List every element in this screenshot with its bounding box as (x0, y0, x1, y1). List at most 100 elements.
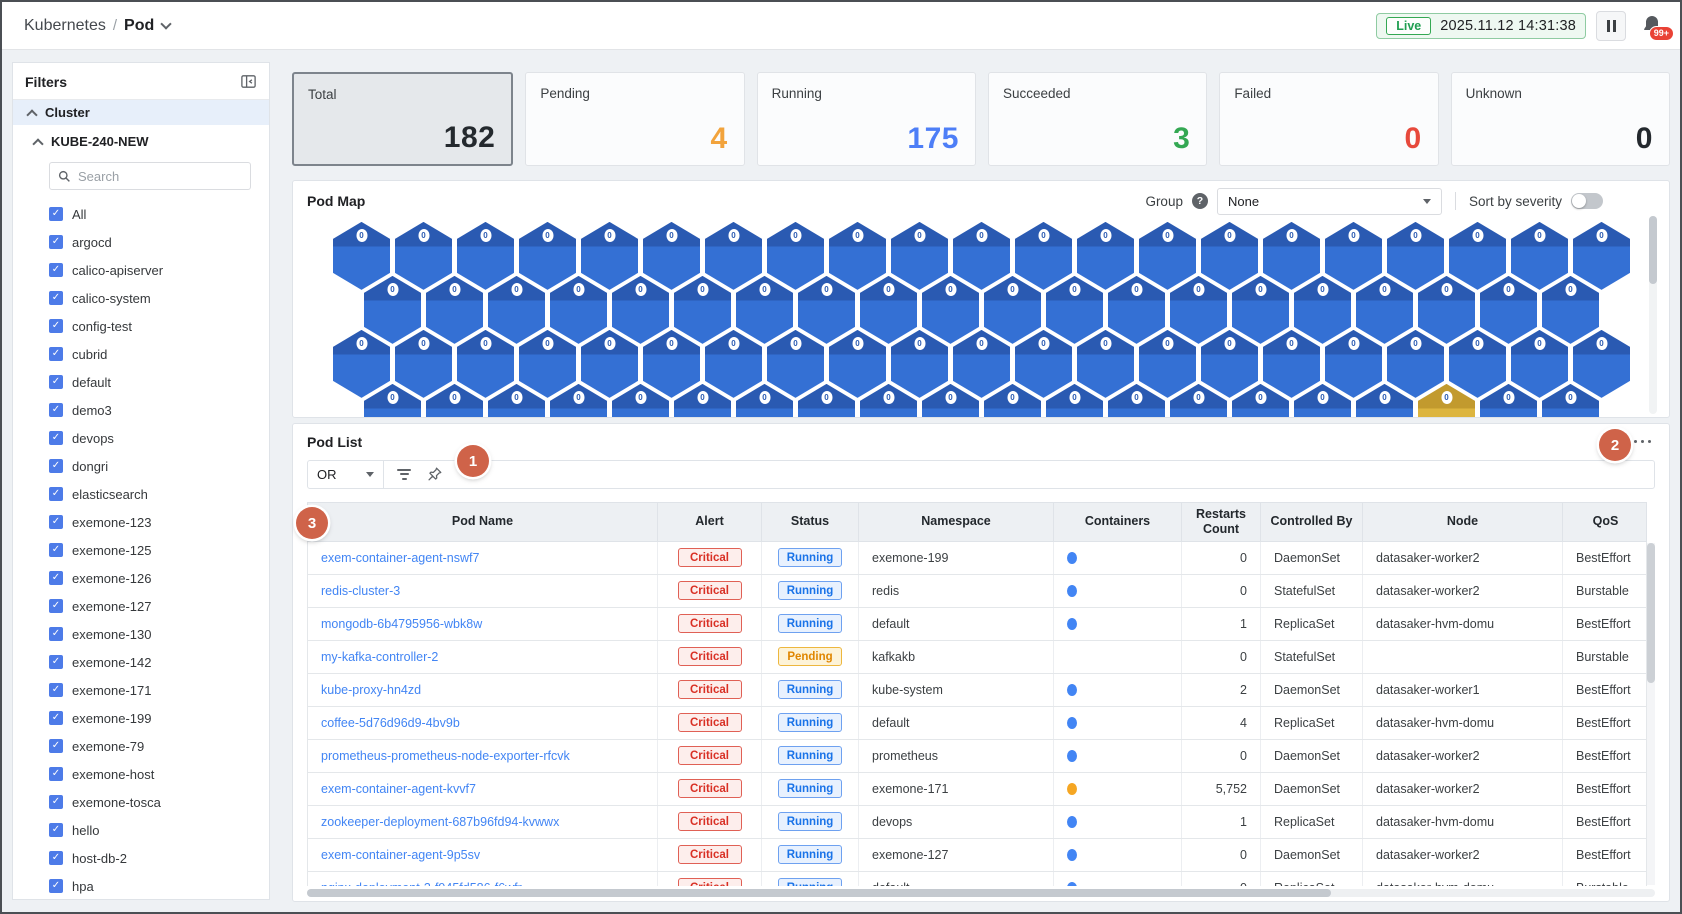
column-header[interactable]: Status (762, 502, 859, 541)
notification-bell[interactable]: 99+ (1640, 13, 1674, 41)
namespace-checkbox-item[interactable]: ✓ exemone-tosca (49, 788, 269, 816)
namespace-checkbox-item[interactable]: ✓ argocd (49, 228, 269, 256)
group-select[interactable]: None (1216, 187, 1442, 215)
filter-operator-select[interactable]: OR (308, 460, 384, 488)
more-menu-icon[interactable] (1630, 434, 1656, 450)
pod-hexagon[interactable]: 0 (1201, 221, 1258, 290)
checkbox-checked-icon[interactable]: ✓ (49, 571, 63, 585)
checkbox-checked-icon[interactable]: ✓ (49, 207, 63, 221)
column-header[interactable]: Restarts Count (1182, 502, 1261, 541)
checkbox-checked-icon[interactable]: ✓ (49, 431, 63, 445)
pod-name-link[interactable]: exem-container-agent-kvvf7 (321, 782, 476, 796)
checkbox-checked-icon[interactable]: ✓ (49, 403, 63, 417)
pod-hexagon[interactable]: 0 (1387, 329, 1444, 398)
namespace-checkbox-item[interactable]: ✓ cubrid (49, 340, 269, 368)
column-header[interactable]: Alert (658, 502, 762, 541)
checkbox-checked-icon[interactable]: ✓ (49, 291, 63, 305)
pod-hexagon[interactable]: 0 (829, 221, 886, 290)
collapse-chevron-icon[interactable] (32, 137, 44, 150)
checkbox-checked-icon[interactable]: ✓ (49, 627, 63, 641)
pod-hexagon[interactable]: 0 (1077, 221, 1134, 290)
column-header[interactable]: QoS (1563, 503, 1648, 541)
scrollbar-thumb[interactable] (1647, 542, 1655, 683)
pod-name-link[interactable]: exem-container-agent-9p5sv (321, 848, 480, 862)
pod-hexagon[interactable]: 0 (519, 329, 576, 398)
checkbox-checked-icon[interactable]: ✓ (49, 347, 63, 361)
namespace-checkbox-item[interactable]: ✓ elasticsearch (49, 480, 269, 508)
pod-hexagon[interactable]: 0 (1170, 275, 1227, 344)
pod-name-link[interactable]: exem-container-agent-nswf7 (321, 551, 479, 565)
namespace-checkbox-item[interactable]: ✓ dongri (49, 452, 269, 480)
pod-name-link[interactable]: redis-cluster-3 (321, 584, 400, 598)
checkbox-checked-icon[interactable]: ✓ (49, 459, 63, 473)
pod-hexagon[interactable]: 0 (1418, 275, 1475, 344)
namespace-checkbox-item[interactable]: ✓ exemone-125 (49, 536, 269, 564)
checkbox-checked-icon[interactable]: ✓ (49, 263, 63, 277)
pod-name-link[interactable]: zookeeper-deployment-687b96fd94-kvwwx (321, 815, 559, 829)
pod-hexagon[interactable]: 0 (1449, 221, 1506, 290)
pod-hexagon[interactable]: 0 (426, 275, 483, 344)
tree-node-kube-240-new[interactable]: KUBE-240-NEW (13, 129, 269, 154)
namespace-checkbox-item[interactable]: ✓ All (49, 200, 269, 228)
pod-hexagon[interactable]: 0 (891, 329, 948, 398)
pod-hexagon[interactable]: 0 (1263, 221, 1320, 290)
search-input[interactable] (78, 168, 228, 184)
pod-hexagon[interactable]: 0 (457, 221, 514, 290)
pod-hexagon[interactable]: 0 (922, 275, 979, 344)
pod-hexagon[interactable]: 0 (1232, 275, 1289, 344)
pod-hexagon[interactable]: 0 (333, 221, 390, 290)
column-header[interactable]: Namespace (859, 502, 1054, 541)
checkbox-checked-icon[interactable]: ✓ (49, 739, 63, 753)
status-summary-card[interactable]: Unknown 0 (1450, 72, 1670, 166)
pod-hexagon[interactable]: 0 (953, 221, 1010, 290)
breadcrumb-kubernetes[interactable]: Kubernetes (24, 17, 106, 35)
namespace-checkbox-item[interactable]: ✓ exemone-host (49, 760, 269, 788)
status-summary-card[interactable]: Failed 0 (1219, 72, 1439, 166)
pod-name-link[interactable]: my-kafka-controller-2 (321, 650, 438, 664)
time-range-picker[interactable]: Live 2025.11.12 14:31:38 (1376, 12, 1586, 39)
status-summary-card[interactable]: Total 182 (292, 72, 514, 166)
namespace-checkbox-item[interactable]: ✓ exemone-130 (49, 620, 269, 648)
pod-hexagon[interactable]: 0 (1046, 275, 1103, 344)
namespace-checkbox-item[interactable]: ✓ exemone-127 (49, 592, 269, 620)
pod-table-horizontal-scrollbar[interactable] (307, 888, 1655, 897)
pod-hexagon[interactable]: 0 (1480, 275, 1537, 344)
checkbox-checked-icon[interactable]: ✓ (49, 683, 63, 697)
pod-hexagon[interactable]: 0 (1573, 329, 1630, 398)
status-summary-card[interactable]: Running 175 (756, 72, 976, 166)
tree-node-cluster[interactable]: Cluster (13, 100, 269, 125)
pod-hexagon[interactable]: 0 (767, 221, 824, 290)
pod-name-link[interactable]: prometheus-prometheus-node-exporter-rfcv… (321, 749, 570, 763)
pod-hexagon[interactable]: 0 (519, 221, 576, 290)
checkbox-checked-icon[interactable]: ✓ (49, 319, 63, 333)
pod-hexagon[interactable]: 0 (736, 275, 793, 344)
pod-hexagon[interactable]: 0 (1077, 329, 1134, 398)
pod-hexagon[interactable]: 0 (643, 329, 700, 398)
pod-hexagon[interactable]: 0 (581, 329, 638, 398)
namespace-checkbox-item[interactable]: ✓ hpa (49, 872, 269, 899)
checkbox-checked-icon[interactable]: ✓ (49, 851, 63, 865)
checkbox-checked-icon[interactable]: ✓ (49, 795, 63, 809)
pod-hexagon[interactable]: 0 (1325, 329, 1382, 398)
breadcrumb-pod[interactable]: Pod (124, 17, 154, 35)
pod-hexagon[interactable]: 0 (643, 221, 700, 290)
pod-hexagon[interactable]: 0 (674, 275, 731, 344)
namespace-checkbox-item[interactable]: ✓ exemone-199 (49, 704, 269, 732)
scrollbar-thumb[interactable] (1649, 215, 1657, 284)
pod-hexagon[interactable]: 0 (1573, 221, 1630, 290)
breadcrumb-chevron-down-icon[interactable] (160, 18, 172, 30)
namespace-checkbox-item[interactable]: ✓ exemone-126 (49, 564, 269, 592)
pod-hexagon[interactable]: 0 (581, 221, 638, 290)
pod-name-link[interactable]: mongodb-6b4795956-wbk8w (321, 617, 482, 631)
namespace-checkbox-item[interactable]: ✓ calico-apiserver (49, 256, 269, 284)
namespace-checkbox-item[interactable]: ✓ exemone-171 (49, 676, 269, 704)
checkbox-checked-icon[interactable]: ✓ (49, 767, 63, 781)
column-header[interactable]: Node (1363, 502, 1563, 541)
column-header[interactable]: Pod Name (308, 502, 658, 541)
checkbox-checked-icon[interactable]: ✓ (49, 487, 63, 501)
pod-hexagon[interactable]: 0 (1201, 329, 1258, 398)
pod-hexagon[interactable]: 0 (829, 329, 886, 398)
column-header[interactable]: Containers (1054, 502, 1182, 541)
pod-hexagon[interactable]: 0 (984, 275, 1041, 344)
namespace-checkbox-item[interactable]: ✓ config-test (49, 312, 269, 340)
